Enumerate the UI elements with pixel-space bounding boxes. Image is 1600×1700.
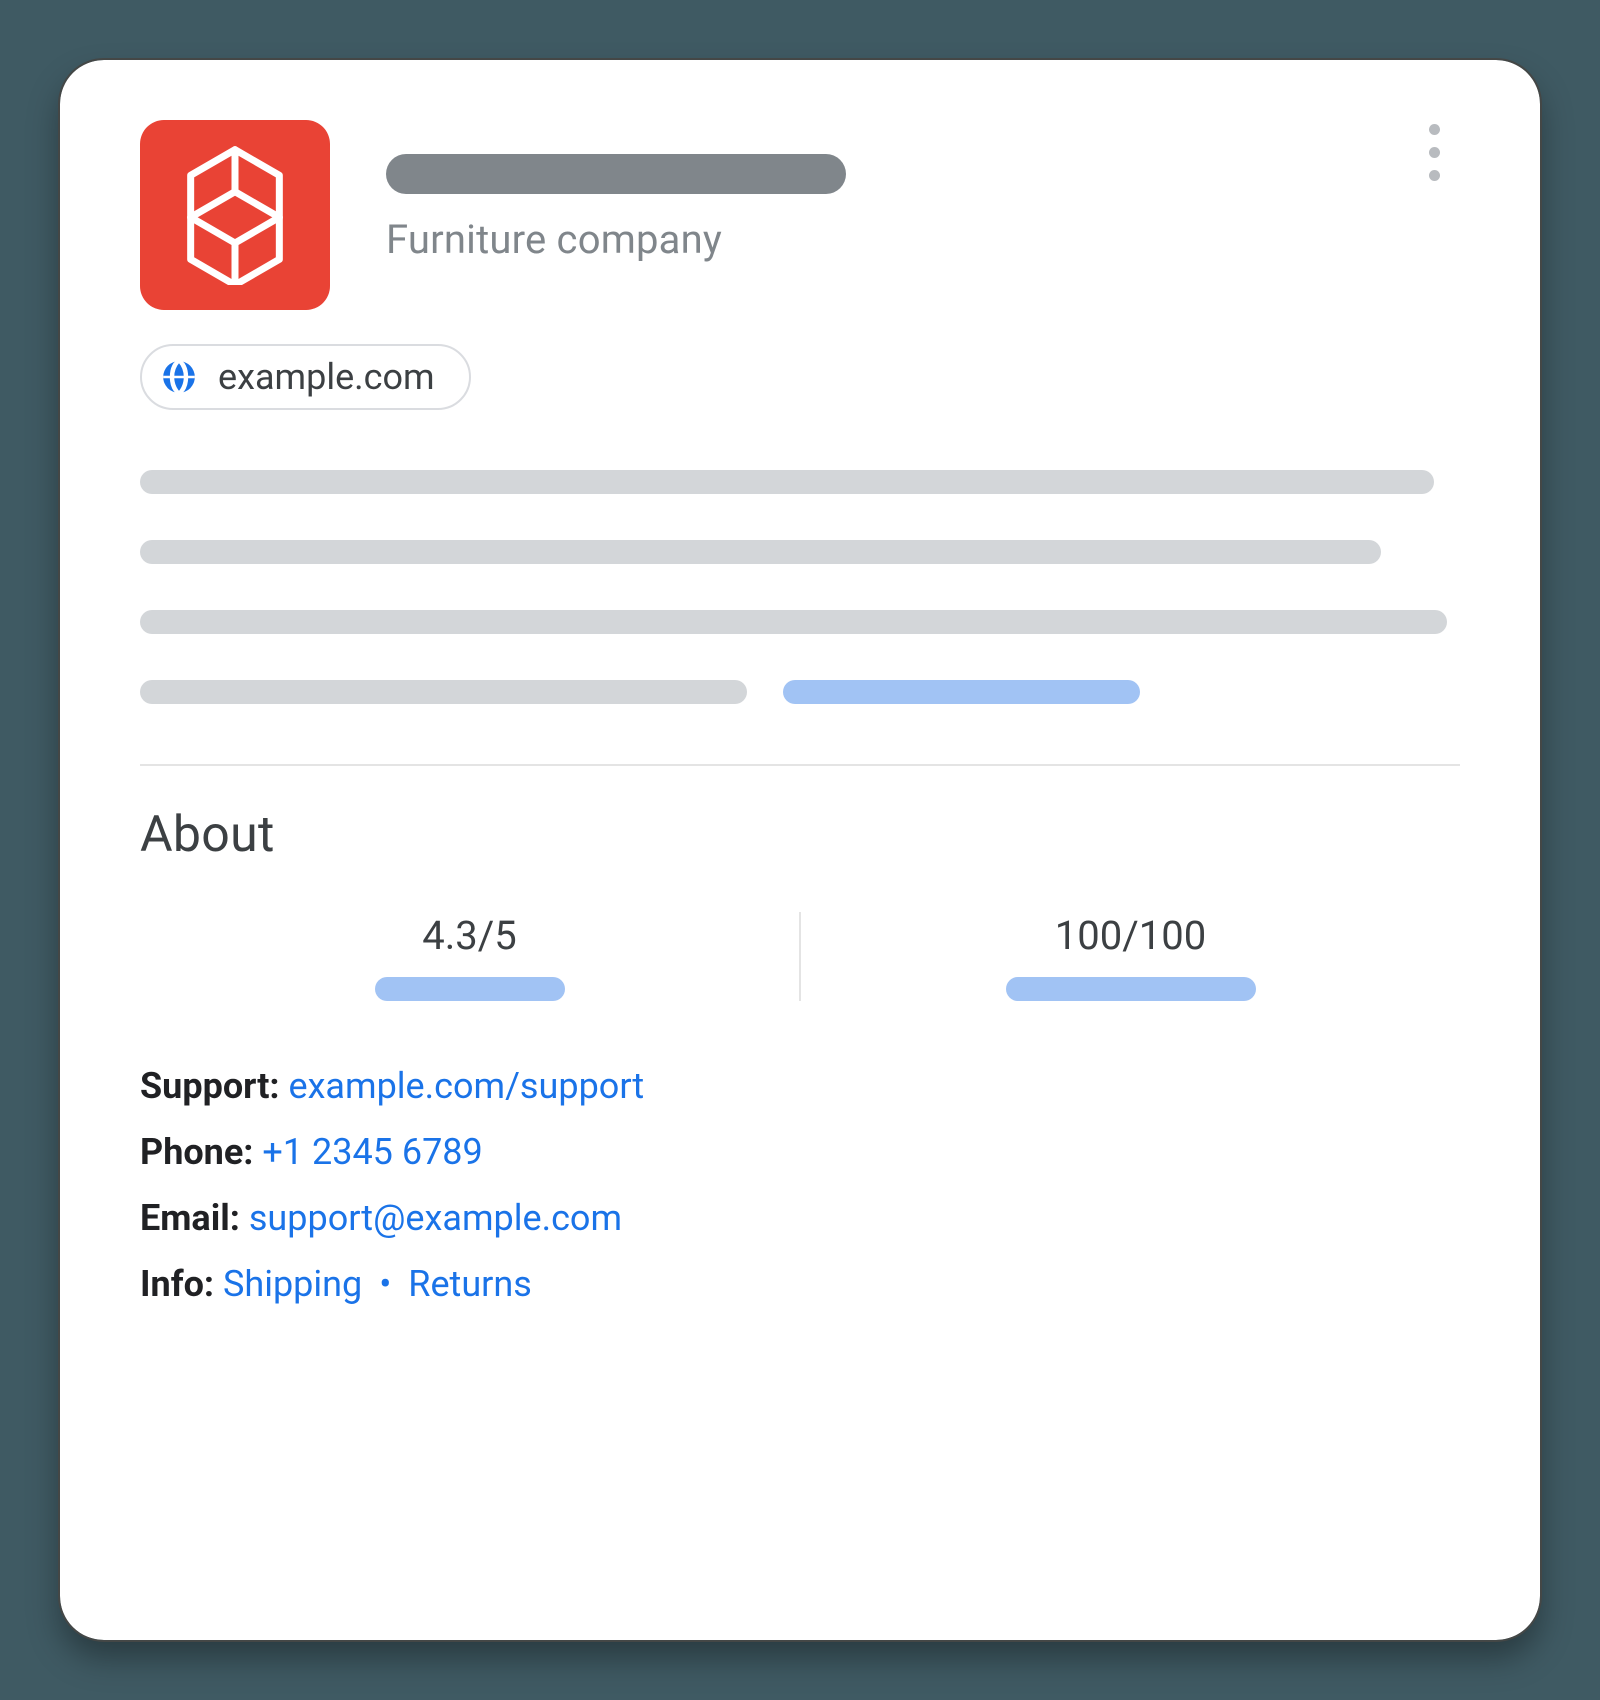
description-placeholder-block bbox=[140, 470, 1460, 704]
about-heading: About bbox=[140, 806, 1460, 864]
email-label: Email: bbox=[140, 1197, 240, 1239]
support-row: Support: example.com/support bbox=[140, 1065, 1460, 1107]
company-logo bbox=[140, 120, 330, 310]
text-placeholder bbox=[140, 680, 747, 704]
kebab-dot-icon bbox=[1429, 147, 1440, 158]
shipping-link[interactable]: Shipping bbox=[223, 1263, 362, 1305]
section-divider bbox=[140, 764, 1460, 766]
knowledge-panel-card: Furniture company example.com About 4.3/… bbox=[60, 60, 1540, 1640]
support-label: Support: bbox=[140, 1065, 280, 1107]
stats-row: 4.3/5 100/100 bbox=[140, 912, 1460, 1001]
website-url: example.com bbox=[218, 356, 435, 398]
company-name-placeholder bbox=[386, 154, 846, 194]
phone-link[interactable]: +1 2345 6789 bbox=[262, 1131, 482, 1173]
returns-link[interactable]: Returns bbox=[408, 1263, 532, 1305]
globe-icon bbox=[160, 358, 198, 396]
contact-list: Support: example.com/support Phone: +1 2… bbox=[140, 1065, 1460, 1305]
info-separator: • bbox=[371, 1263, 399, 1305]
info-row: Info: Shipping • Returns bbox=[140, 1263, 1460, 1305]
kebab-dot-icon bbox=[1429, 124, 1440, 135]
title-column: Furniture company bbox=[386, 120, 846, 263]
email-link[interactable]: support@example.com bbox=[249, 1197, 622, 1239]
website-chip[interactable]: example.com bbox=[140, 344, 471, 410]
company-category: Furniture company bbox=[386, 216, 846, 263]
more-options-button[interactable] bbox=[1412, 124, 1456, 181]
text-placeholder bbox=[140, 610, 1447, 634]
text-placeholder bbox=[140, 540, 1381, 564]
info-label: Info: bbox=[140, 1263, 214, 1305]
rating-value: 4.3/5 bbox=[422, 912, 517, 959]
support-link[interactable]: example.com/support bbox=[288, 1065, 644, 1107]
chair-icon bbox=[175, 145, 295, 285]
rating-label-placeholder bbox=[375, 977, 565, 1001]
email-row: Email: support@example.com bbox=[140, 1197, 1460, 1239]
rating-stat: 4.3/5 bbox=[140, 912, 799, 1001]
score-label-placeholder bbox=[1006, 977, 1256, 1001]
score-value: 100/100 bbox=[1055, 912, 1206, 959]
phone-label: Phone: bbox=[140, 1131, 253, 1173]
link-placeholder bbox=[783, 680, 1139, 704]
phone-row: Phone: +1 2345 6789 bbox=[140, 1131, 1460, 1173]
header-row: Furniture company bbox=[140, 120, 1460, 310]
kebab-dot-icon bbox=[1429, 170, 1440, 181]
score-stat: 100/100 bbox=[801, 912, 1460, 1001]
text-placeholder bbox=[140, 470, 1434, 494]
